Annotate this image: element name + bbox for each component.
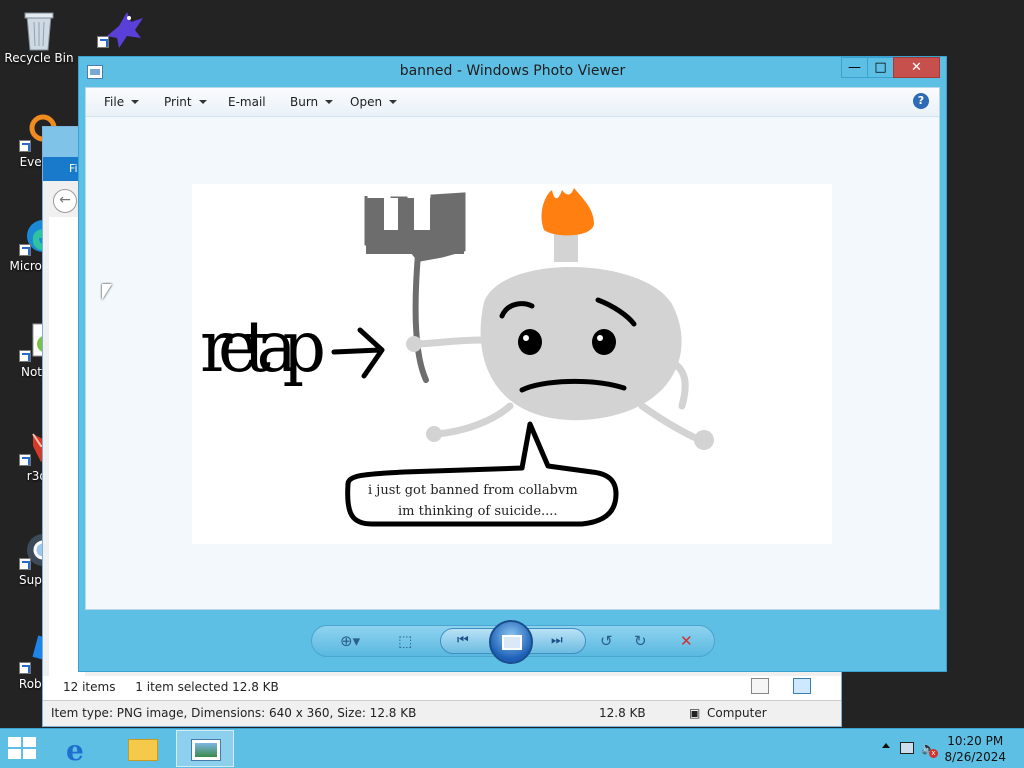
details-view-icon[interactable] (751, 678, 770, 694)
windows-logo-pane (23, 737, 36, 747)
handwritten-word: retap (200, 305, 326, 388)
mouse-cursor-icon (102, 284, 112, 300)
windows-logo-pane (23, 749, 36, 759)
taskbar-file-explorer[interactable] (114, 730, 172, 767)
network-icon[interactable] (900, 742, 914, 754)
taskbar-internet-explorer[interactable]: e (52, 730, 110, 767)
explorer-status-bar: 12 items 1 item selected 12.8 KB (43, 676, 841, 700)
maximize-button[interactable]: □ (867, 57, 894, 78)
speech-line-2: im thinking of suicide.... (398, 504, 558, 519)
shortcut-arrow-icon (19, 558, 31, 570)
menu-file[interactable]: File (104, 95, 140, 109)
explorer-file-tab[interactable]: Fi (43, 157, 83, 181)
large-icons-view-icon[interactable] (793, 678, 811, 694)
menu-email-label: E-mail (228, 95, 266, 109)
delete-icon[interactable]: ✕ (680, 632, 693, 650)
previous-icon[interactable]: ⏮ (457, 633, 469, 648)
shortcut-arrow-icon (19, 140, 31, 152)
taskbar: e 🔈 x 10:20 PM 8/26/2024 (0, 728, 1024, 768)
viewer-titlebar[interactable]: banned - Windows Photo Viewer — □ ✕ (79, 57, 946, 87)
zoom-icon[interactable]: ⊕▾ (340, 632, 360, 650)
menu-burn-label: Burn (290, 95, 319, 109)
windows-logo-icon (8, 737, 21, 747)
photo-viewer-window[interactable]: banned - Windows Photo Viewer — □ ✕ File… (78, 56, 947, 672)
item-count: 12 items (63, 680, 116, 694)
menu-print[interactable]: Print (164, 95, 207, 109)
menu-open[interactable]: Open (350, 95, 398, 109)
clock-date: 8/26/2024 (944, 750, 1006, 764)
desktop-icon-recycle-bin[interactable]: Recycle Bin (0, 8, 78, 65)
window-title: banned - Windows Photo Viewer (399, 63, 626, 79)
start-button[interactable] (8, 737, 38, 761)
dropdown-arrow-icon (389, 100, 398, 104)
dropdown-arrow-icon (325, 100, 334, 104)
menu-email[interactable]: E-mail (228, 95, 266, 109)
next-icon[interactable]: ⏭ (551, 633, 563, 648)
explorer-details-bar: Item type: PNG image, Dimensions: 640 x … (43, 700, 841, 726)
viewer-client-area: File Print E-mail Burn Open ? retap i ju… (85, 87, 940, 610)
show-hidden-icons-icon[interactable] (882, 743, 890, 748)
folder-icon (128, 739, 158, 761)
window-controls: — □ ✕ (841, 57, 940, 78)
taskbar-photo-viewer[interactable] (176, 730, 234, 767)
menu-burn[interactable]: Burn (290, 95, 334, 109)
help-icon[interactable]: ? (913, 93, 929, 109)
viewer-menubar: File Print E-mail Burn Open ? (86, 88, 939, 117)
viewer-control-bar: ⊕▾ ⬚ ⏮ ⏭ ↺ ↻ ✕ (311, 620, 715, 664)
menu-open-label: Open (350, 95, 383, 109)
desktop-icon-bird[interactable] (78, 8, 156, 51)
close-button[interactable]: ✕ (893, 57, 940, 78)
actual-size-icon[interactable]: ⬚ (398, 632, 412, 650)
shortcut-arrow-icon (19, 662, 31, 674)
menu-print-label: Print (164, 95, 192, 109)
item-size: 12.8 KB (599, 706, 646, 720)
dropdown-arrow-icon (198, 100, 207, 104)
computer-icon: ▣ (689, 706, 701, 720)
item-type-info: Item type: PNG image, Dimensions: 640 x … (51, 706, 417, 720)
menu-file-label: File (104, 95, 125, 109)
bird-icon (97, 8, 143, 48)
photo-display-area[interactable]: retap i just got banned from collabvm im… (86, 117, 939, 609)
clock[interactable]: 10:20 PM 8/26/2024 (944, 733, 1006, 765)
internet-explorer-icon: e (66, 734, 84, 767)
speech-line-1: i just got banned from collabvm (368, 483, 578, 498)
shortcut-arrow-icon (97, 36, 109, 48)
selection-info: 1 item selected 12.8 KB (135, 680, 279, 694)
clock-time: 10:20 PM (947, 734, 1004, 748)
displayed-image: retap i just got banned from collabvm im… (192, 184, 832, 544)
slideshow-icon (502, 635, 522, 650)
muted-badge-icon: x (929, 749, 938, 758)
photo-viewer-icon (191, 739, 221, 761)
dropdown-arrow-icon (131, 100, 140, 104)
location-label: Computer (707, 706, 767, 720)
back-arrow-icon[interactable]: ← (53, 189, 77, 213)
view-buttons (747, 678, 827, 697)
slideshow-button[interactable] (489, 620, 533, 664)
shortcut-arrow-icon (19, 350, 31, 362)
shortcut-arrow-icon (19, 244, 31, 256)
desktop-icon-label: Recycle Bin (4, 51, 74, 65)
rotate-counterclockwise-icon[interactable]: ↺ (600, 632, 613, 650)
recycle-bin-icon (19, 8, 59, 51)
shortcut-arrow-icon (19, 454, 31, 466)
rotate-clockwise-icon[interactable]: ↻ (634, 632, 647, 650)
windows-logo-pane (8, 749, 21, 759)
minimize-button[interactable]: — (841, 57, 868, 78)
